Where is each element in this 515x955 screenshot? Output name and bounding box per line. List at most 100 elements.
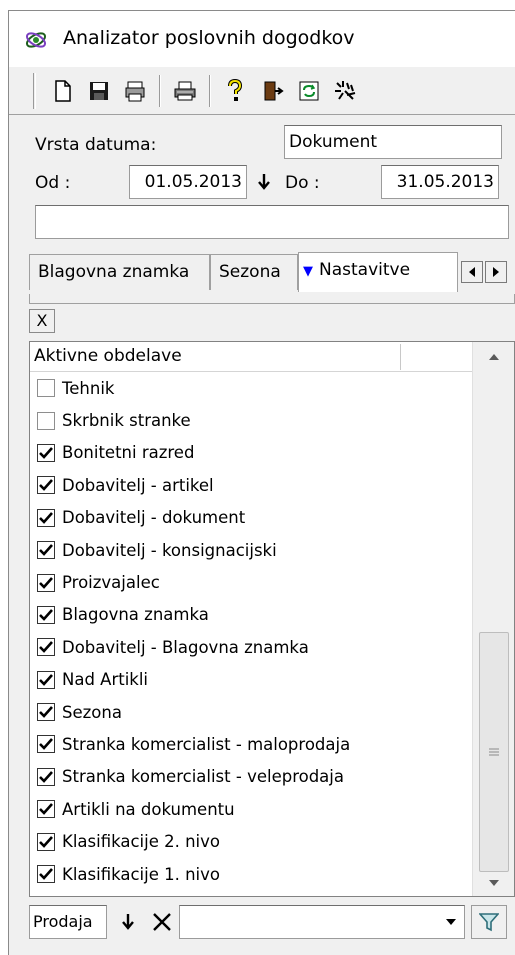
date-type-label: Vrsta datuma:: [35, 135, 157, 155]
checkbox-unchecked[interactable]: [37, 411, 55, 430]
scroll-up-icon[interactable]: [489, 354, 499, 360]
list-item[interactable]: Dobavitelj - dokument: [30, 502, 472, 534]
header-divider[interactable]: [400, 344, 401, 370]
list-item[interactable]: Tehnik: [30, 372, 472, 404]
print-preview-button[interactable]: [119, 75, 151, 107]
mode-clear-button[interactable]: [147, 905, 177, 939]
checkbox-checked[interactable]: [37, 605, 55, 624]
list-item[interactable]: Klasifikacije 2. nivo: [30, 825, 472, 857]
title-bar: Analizator poslovnih dogodkov: [9, 11, 515, 67]
checkbox-checked[interactable]: [37, 832, 55, 851]
list-item[interactable]: Dobavitelj - Blagovna znamka: [30, 631, 472, 663]
checkbox-checked[interactable]: [37, 541, 55, 560]
checkbox-checked[interactable]: [37, 573, 55, 592]
settings-button[interactable]: [329, 75, 361, 107]
list-item[interactable]: Klasifikacije 1. nivo: [30, 858, 472, 890]
list-item[interactable]: Stranka komercialist - maloprodaja: [30, 728, 472, 760]
arrow-down-icon: [258, 174, 270, 190]
help-button[interactable]: [219, 75, 251, 107]
checkbox-checked[interactable]: [37, 638, 55, 657]
checkmark-icon: [39, 738, 53, 751]
date-type-field[interactable]: Dokument: [284, 125, 502, 159]
checkbox-unchecked[interactable]: [37, 379, 55, 398]
list-item[interactable]: Nad Artikli: [30, 664, 472, 696]
checkmark-icon: [39, 479, 53, 492]
new-document-icon: [55, 80, 71, 102]
list-item[interactable]: Skrbnik stranke: [30, 404, 472, 436]
checkmark-icon: [39, 706, 53, 718]
mode-apply-button[interactable]: [113, 905, 143, 939]
list-item-label: Skrbnik stranke: [62, 411, 191, 431]
list-item[interactable]: Proizvajalec: [30, 566, 472, 598]
checkmark-icon: [39, 868, 53, 880]
list-item[interactable]: Artikli na dokumentu: [30, 793, 472, 825]
checkbox-checked[interactable]: [37, 476, 55, 495]
list-item-label: Sezona: [62, 702, 122, 722]
tab-sezona[interactable]: Sezona: [210, 254, 298, 290]
checkmark-icon: [39, 511, 53, 524]
list-item[interactable]: Stranka komercialist - veleprodaja: [30, 761, 472, 793]
checkbox-checked[interactable]: [37, 443, 55, 462]
window-title: Analizator poslovnih dogodkov: [63, 27, 355, 49]
tab-blagovna-znamka[interactable]: Blagovna znamka: [29, 254, 210, 290]
list-item-label: Bonitetni razred: [62, 443, 195, 463]
scroll-down-icon[interactable]: [489, 880, 499, 886]
tab-panel: [29, 294, 515, 304]
list-item-label: Dobavitelj - artikel: [62, 475, 214, 495]
new-document-button[interactable]: [47, 75, 79, 107]
list-rows: Tehnik Skrbnik stranke Bonitetni razred Dob…: [30, 372, 472, 890]
list-item[interactable]: Bonitetni razred: [30, 437, 472, 469]
checkbox-checked[interactable]: [37, 703, 55, 722]
refresh-button[interactable]: [293, 75, 325, 107]
checkbox-checked[interactable]: [37, 800, 55, 819]
checkmark-icon: [39, 447, 53, 459]
checkbox-checked[interactable]: [37, 735, 55, 754]
scrollbar-thumb[interactable]: [479, 632, 509, 872]
checkbox-checked[interactable]: [37, 767, 55, 786]
exit-button[interactable]: [257, 75, 289, 107]
checkbox-checked[interactable]: [37, 670, 55, 689]
checkmark-icon: [39, 544, 53, 557]
toolbar-grip[interactable]: [33, 73, 36, 109]
list-header: Aktivne obdelave: [30, 342, 472, 372]
list-item-label: Dobavitelj - dokument: [62, 508, 246, 528]
list-item[interactable]: Sezona: [30, 696, 472, 728]
vertical-scrollbar[interactable]: [472, 342, 514, 896]
checkbox-checked[interactable]: [37, 865, 55, 884]
from-date-field[interactable]: 01.05.2013: [129, 165, 247, 199]
active-processes-list: Aktivne obdelave Tehnik Skrbnik stranke Bo…: [29, 341, 515, 897]
search-field[interactable]: [35, 205, 509, 239]
tab-nastavitve[interactable]: ▼ Nastavitve: [298, 252, 458, 292]
list-item-label: Artikli na dokumentu: [62, 799, 235, 819]
to-date-label: Do :: [285, 173, 320, 193]
list-item-label: Stranka komercialist - veleprodaja: [62, 767, 344, 787]
from-date-label: Od :: [35, 173, 71, 193]
tab-scroll-left-button[interactable]: [461, 261, 483, 283]
tab-marker-icon: ▼: [303, 264, 313, 279]
list-item-label: Tehnik: [62, 378, 115, 398]
to-date-field[interactable]: 31.05.2013: [381, 165, 499, 199]
list-header-label[interactable]: Aktivne obdelave: [34, 346, 182, 366]
checkmark-icon: [39, 673, 53, 686]
tab-strip: Blagovna znamka Sezona ▼ Nastavitve: [29, 252, 515, 294]
save-button[interactable]: [83, 75, 115, 107]
combo-dropdown-button[interactable]: [439, 907, 463, 937]
print-button[interactable]: [169, 75, 201, 107]
toolbar: [9, 67, 515, 115]
list-item[interactable]: Dobavitelj - konsignacijski: [30, 534, 472, 566]
chevron-down-icon: [446, 919, 456, 925]
filter-combo[interactable]: [179, 905, 465, 939]
tab-scroll-right-button[interactable]: [485, 261, 507, 283]
grip-lines-icon: [489, 748, 499, 756]
checkbox-checked[interactable]: [37, 508, 55, 527]
list-item[interactable]: Blagovna znamka: [30, 599, 472, 631]
from-date-picker-button[interactable]: [249, 165, 279, 199]
checkmark-icon: [39, 641, 53, 654]
mode-field[interactable]: Prodaja: [29, 905, 107, 939]
list-item[interactable]: Dobavitelj - artikel: [30, 469, 472, 501]
filter-icon: [479, 913, 499, 932]
clear-button[interactable]: X: [29, 309, 55, 333]
apply-filter-button[interactable]: [471, 905, 507, 939]
checkmark-icon: [39, 803, 53, 816]
toolbar-separator: [209, 75, 211, 107]
